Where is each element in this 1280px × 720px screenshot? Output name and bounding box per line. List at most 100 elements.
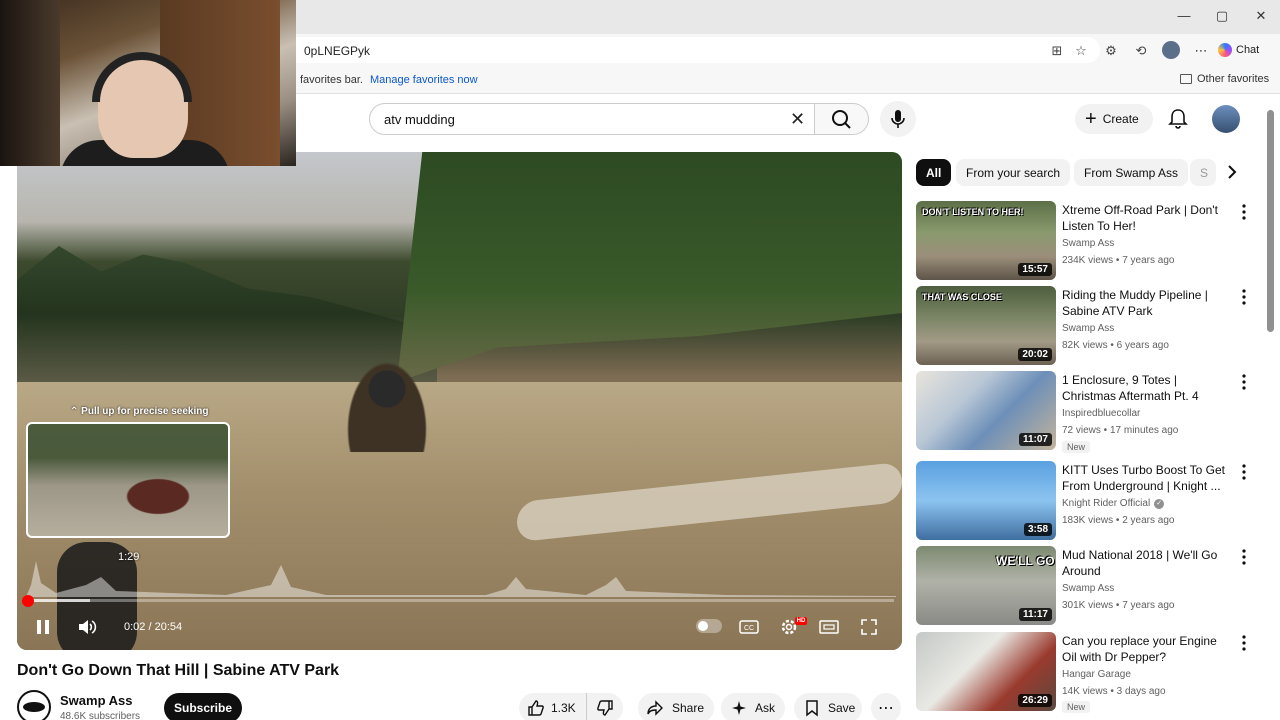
more-menu-icon[interactable]: ⋯ bbox=[1192, 42, 1210, 60]
recommendation-channel[interactable]: Hangar Garage bbox=[1062, 669, 1131, 680]
clear-search-icon[interactable]: ✕ bbox=[790, 109, 805, 130]
chip-from-your-search[interactable]: From your search bbox=[956, 159, 1071, 186]
thumbnail-overlay-text: DON'T LISTEN TO HER! bbox=[922, 207, 1024, 217]
chip-from-swamp-ass[interactable]: From Swamp Ass bbox=[1074, 159, 1189, 186]
video-thumbnail[interactable]: DON'T LISTEN TO HER! 15:57 bbox=[916, 201, 1056, 280]
recommendation-meta: 301K views • 7 years ago bbox=[1062, 600, 1175, 611]
extensions-icon[interactable]: ⚙ bbox=[1102, 42, 1120, 60]
recommendation-title[interactable]: Riding the Muddy Pipeline | Sabine ATV P… bbox=[1062, 287, 1234, 319]
notifications-bell-icon[interactable] bbox=[1166, 107, 1190, 131]
subscribe-button[interactable]: Subscribe bbox=[164, 693, 242, 720]
ask-button[interactable]: Ask bbox=[721, 693, 785, 720]
video-thumbnail[interactable]: 26:29 bbox=[916, 632, 1056, 711]
dislike-button[interactable] bbox=[587, 699, 623, 717]
channel-name-text: Swamp Ass bbox=[1062, 238, 1115, 249]
duration-badge: 3:58 bbox=[1023, 523, 1052, 536]
autoplay-toggle[interactable] bbox=[696, 619, 722, 633]
pause-icon[interactable] bbox=[33, 617, 53, 637]
kebab-menu-icon[interactable] bbox=[1238, 463, 1250, 481]
theater-mode-icon[interactable] bbox=[819, 617, 839, 637]
recommendation-meta: 82K views • 6 years ago bbox=[1062, 340, 1169, 351]
most-replayed-heatmap bbox=[26, 561, 896, 597]
video-thumbnail[interactable]: WE'LL GO 11:17 bbox=[916, 546, 1056, 625]
recommendation-item[interactable]: 3:58 KITT Uses Turbo Boost To Get From U… bbox=[916, 461, 1261, 541]
recommendation-title[interactable]: Can you replace your Engine Oil with Dr … bbox=[1062, 633, 1234, 665]
webcam-overlay bbox=[0, 0, 296, 166]
channel-name-text: Hangar Garage bbox=[1062, 669, 1131, 680]
recommendation-item[interactable]: 26:29 Can you replace your Engine Oil wi… bbox=[916, 632, 1261, 713]
kebab-menu-icon[interactable] bbox=[1238, 203, 1250, 221]
recommendation-channel[interactable]: Swamp Ass bbox=[1062, 323, 1114, 334]
recommendation-channel[interactable]: Swamp Ass bbox=[1062, 583, 1114, 594]
chat-label: Chat bbox=[1236, 44, 1260, 56]
apps-icon[interactable]: ⊞ bbox=[1048, 42, 1066, 60]
video-scene-trees-right bbox=[397, 152, 902, 382]
like-button[interactable]: 1.3K bbox=[519, 693, 587, 720]
kebab-menu-icon[interactable] bbox=[1238, 634, 1250, 652]
progress-bar[interactable] bbox=[26, 599, 894, 602]
chevron-right-icon[interactable] bbox=[1220, 160, 1244, 184]
recommendation-item[interactable]: WE'LL GO 11:17 Mud National 2018 | We'll… bbox=[916, 546, 1261, 626]
fullscreen-icon[interactable] bbox=[859, 617, 879, 637]
favorite-star-icon[interactable]: ☆ bbox=[1072, 42, 1090, 60]
create-button[interactable]: + Create bbox=[1075, 104, 1153, 134]
video-thumbnail[interactable]: 3:58 bbox=[916, 461, 1056, 540]
progress-scrubber[interactable] bbox=[22, 595, 34, 607]
save-button[interactable]: Save bbox=[794, 693, 862, 720]
chip-truncated[interactable]: S bbox=[1190, 159, 1216, 186]
video-scene-trees-left bbox=[17, 246, 437, 382]
search-button[interactable] bbox=[815, 103, 869, 135]
recommendation-channel[interactable]: Swamp Ass bbox=[1062, 238, 1114, 249]
subscriber-count: 48.6K subscribers bbox=[60, 711, 141, 720]
search-input[interactable]: atv mudding ✕ bbox=[369, 103, 815, 135]
more-actions-icon[interactable]: ⋯ bbox=[871, 693, 901, 720]
close-window-icon[interactable]: ✕ bbox=[1251, 8, 1271, 26]
maximize-icon[interactable]: ▢ bbox=[1212, 8, 1232, 26]
volume-icon[interactable] bbox=[77, 617, 97, 637]
history-icon[interactable]: ⟲ bbox=[1132, 42, 1150, 60]
copilot-chat-button[interactable]: Chat bbox=[1218, 41, 1259, 59]
preview-atv bbox=[118, 474, 198, 519]
search-query[interactable]: atv mudding bbox=[384, 112, 455, 127]
video-thumbnail[interactable]: 11:07 bbox=[916, 371, 1056, 450]
time-display: 0:02 / 20:54 bbox=[124, 621, 183, 633]
thumbnail-overlay-text: WE'LL GO bbox=[996, 554, 1055, 568]
url-text[interactable]: 0pLNEGPyk bbox=[304, 44, 370, 58]
recommendation-item[interactable]: 11:07 1 Enclosure, 9 Totes | Christmas A… bbox=[916, 371, 1261, 453]
recommendation-title[interactable]: KITT Uses Turbo Boost To Get From Underg… bbox=[1062, 462, 1234, 494]
chip-all[interactable]: All bbox=[916, 159, 952, 186]
duration-badge: 11:17 bbox=[1018, 608, 1052, 621]
share-button[interactable]: Share bbox=[638, 693, 714, 720]
ask-label: Ask bbox=[755, 701, 776, 715]
recommendation-title[interactable]: Xtreme Off-Road Park | Don't Listen To H… bbox=[1062, 202, 1234, 234]
channel-name-text: Knight Rider Official bbox=[1062, 498, 1151, 509]
recommendation-title[interactable]: 1 Enclosure, 9 Totes | Christmas Afterma… bbox=[1062, 372, 1234, 404]
recommendation-channel[interactable]: Knight Rider Official ✓ bbox=[1062, 498, 1165, 509]
recommendation-item[interactable]: DON'T LISTEN TO HER! 15:57 Xtreme Off-Ro… bbox=[916, 201, 1261, 281]
channel-avatar[interactable] bbox=[17, 690, 51, 720]
thumbnail-overlay-text: THAT WAS CLOSE bbox=[922, 292, 1002, 302]
kebab-menu-icon[interactable] bbox=[1238, 373, 1250, 391]
scrollbar-thumb[interactable] bbox=[1267, 110, 1274, 332]
folder-icon bbox=[1180, 74, 1192, 84]
account-avatar[interactable] bbox=[1212, 105, 1240, 133]
kebab-menu-icon[interactable] bbox=[1238, 548, 1250, 566]
other-favorites-button[interactable]: Other favorites bbox=[1180, 73, 1269, 85]
channel-name[interactable]: Swamp Ass bbox=[60, 693, 133, 708]
minimize-icon[interactable]: — bbox=[1174, 8, 1194, 26]
voice-search-button[interactable] bbox=[880, 101, 916, 137]
recommendation-title[interactable]: Mud National 2018 | We'll Go Around bbox=[1062, 547, 1234, 579]
share-icon bbox=[647, 700, 663, 716]
manage-favorites-link[interactable]: Manage favorites now bbox=[370, 74, 478, 86]
captions-icon[interactable]: CC bbox=[739, 617, 759, 637]
video-thumbnail[interactable]: THAT WAS CLOSE 20:02 bbox=[916, 286, 1056, 365]
browser-profile-avatar[interactable] bbox=[1162, 41, 1180, 59]
sparkle-icon bbox=[732, 701, 746, 715]
webcam-door bbox=[0, 0, 60, 166]
kebab-menu-icon[interactable] bbox=[1238, 288, 1250, 306]
recommendation-channel[interactable]: Inspiredbluecollar bbox=[1062, 408, 1140, 419]
new-badge: New bbox=[1062, 701, 1091, 713]
recommendation-item[interactable]: THAT WAS CLOSE 20:02 Riding the Muddy Pi… bbox=[916, 286, 1261, 366]
bookmark-icon bbox=[806, 700, 818, 717]
channel-name-text: Inspiredbluecollar bbox=[1062, 408, 1141, 419]
